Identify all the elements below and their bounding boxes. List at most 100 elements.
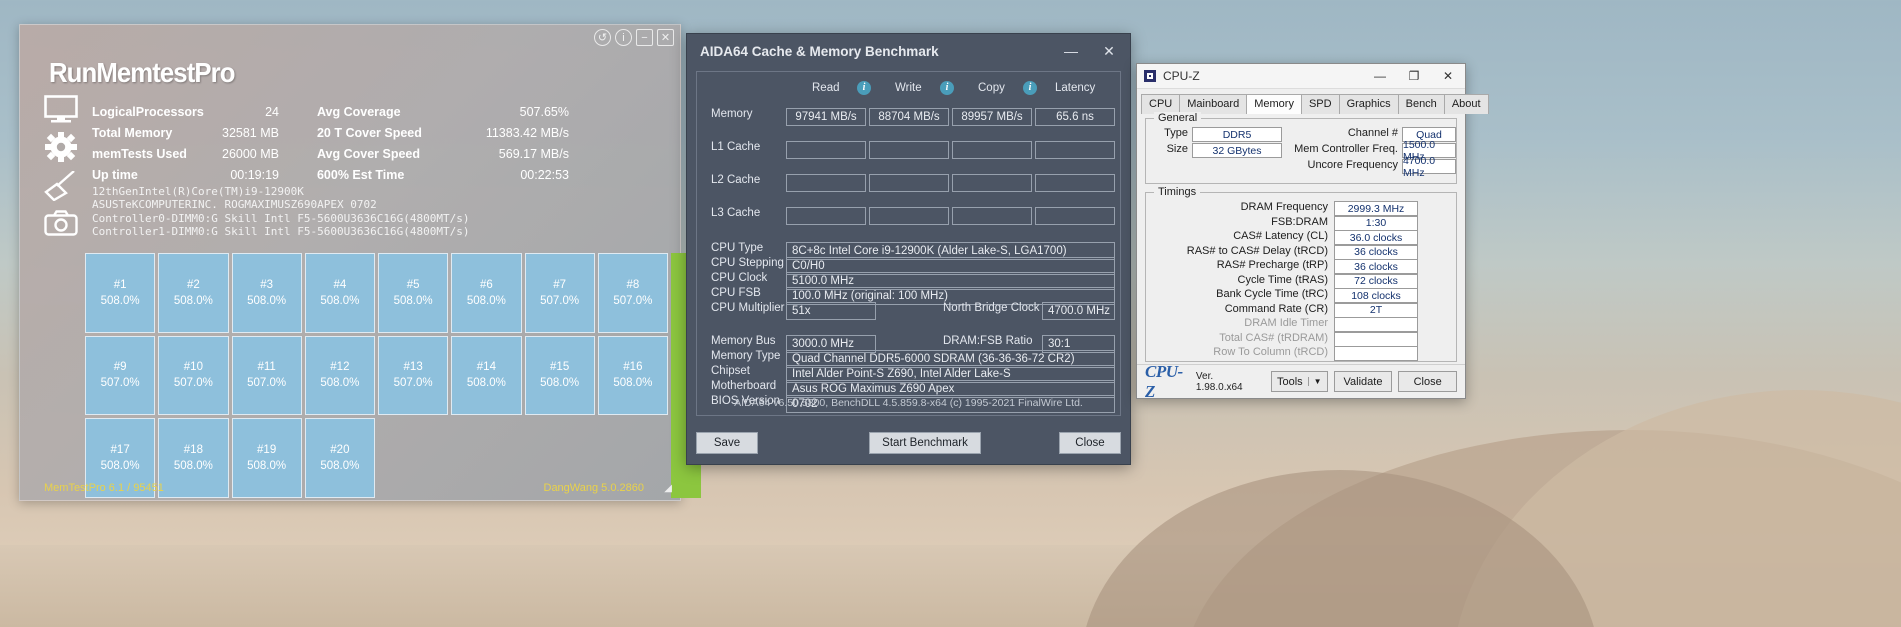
timing-value: 36.0 clocks bbox=[1334, 230, 1418, 245]
save-button[interactable]: Save bbox=[696, 432, 758, 454]
aida64-window[interactable]: AIDA64 Cache & Memory Benchmark — ✕ Read… bbox=[686, 33, 1131, 465]
memtest-cell-id: #5 bbox=[406, 278, 420, 291]
cpu-info-label: CPU Stepping bbox=[711, 257, 784, 269]
memtest-cell[interactable]: #18 508.0% bbox=[158, 418, 229, 498]
cpuz-logo: CPU-Z bbox=[1145, 361, 1183, 401]
tab-memory[interactable]: Memory bbox=[1246, 94, 1302, 114]
memtest-cell[interactable]: #12 508.0% bbox=[304, 335, 375, 416]
memtest-cell[interactable]: #15 508.0% bbox=[524, 335, 595, 416]
memtest-cell-id: #16 bbox=[623, 361, 643, 374]
memtest-cell-coverage: 508.0% bbox=[540, 377, 580, 390]
memtest-cell-coverage: 507.0% bbox=[540, 294, 580, 307]
info-icon[interactable]: i bbox=[615, 29, 632, 46]
memtest-cell-empty bbox=[451, 418, 521, 498]
monitor-icon bbox=[44, 95, 78, 123]
cpuz-close-icon[interactable]: ✕ bbox=[1431, 64, 1465, 88]
cpuz-close-button[interactable]: Close bbox=[1398, 371, 1457, 392]
memtest-cell[interactable]: #3 508.0% bbox=[231, 253, 302, 333]
tab-spd[interactable]: SPD bbox=[1300, 94, 1340, 114]
aida64-copyright-text: AIDA64 v6.50.5800, BenchDLL 4.5.859.8-x6… bbox=[734, 397, 1083, 409]
memtest-cell[interactable]: #4 508.0% bbox=[304, 253, 375, 333]
cpuz-minimize-icon[interactable]: — bbox=[1363, 64, 1397, 88]
timing-value: 72 clocks bbox=[1334, 273, 1418, 289]
memtest-cell[interactable]: #7 507.0% bbox=[524, 253, 595, 333]
memtest-cell[interactable]: #9 507.0% bbox=[85, 335, 156, 416]
timing-value: 2999.3 MHz bbox=[1334, 201, 1418, 216]
stat-label: Total Memory bbox=[92, 125, 173, 140]
memtest-cell[interactable]: #1 508.0% bbox=[85, 253, 156, 333]
timing-label: Total CAS# (tRDRAM) bbox=[1219, 331, 1328, 344]
bench-value-read bbox=[786, 141, 866, 159]
memtest-cell[interactable]: #20 508.0% bbox=[304, 418, 375, 498]
memtest-cell-coverage: 507.0% bbox=[247, 377, 287, 390]
bench-value-latency bbox=[1035, 207, 1115, 225]
stat-value2: 569.17 MB/s bbox=[498, 146, 569, 161]
history-icon[interactable]: ↺ bbox=[594, 29, 611, 46]
general-label: Size bbox=[1166, 143, 1188, 155]
memtest-cell-coverage: 508.0% bbox=[100, 460, 140, 473]
general-legend: General bbox=[1154, 112, 1202, 124]
memtest-cell-id: #17 bbox=[110, 444, 130, 457]
memtest-cell[interactable]: #5 508.0% bbox=[378, 253, 449, 333]
cpuz-window[interactable]: CPU-Z — ❐ ✕ CPU Mainboard Memory SPD Graphic… bbox=[1136, 63, 1489, 401]
memtest-cell[interactable]: #11 507.0% bbox=[231, 335, 302, 416]
memtest-cell-coverage: 508.0% bbox=[247, 294, 287, 307]
info-icon[interactable]: i bbox=[1023, 81, 1037, 95]
tab-cpu[interactable]: CPU bbox=[1141, 94, 1181, 114]
runmemtestpro-titlebar-buttons: ↺ i − ✕ bbox=[594, 29, 674, 46]
bench-value-read bbox=[786, 207, 866, 225]
info-icon[interactable]: i bbox=[857, 81, 871, 95]
aida64-minimize-icon[interactable]: — bbox=[1052, 35, 1090, 67]
memtest-cell[interactable]: #10 507.0% bbox=[158, 335, 229, 416]
stat-value2: 11383.42 MB/s bbox=[485, 125, 569, 140]
north-bridge-clock-label: North Bridge Clock bbox=[943, 302, 1040, 314]
close-icon[interactable]: ✕ bbox=[657, 29, 674, 46]
memtest-cell[interactable]: #8 507.0% bbox=[597, 253, 668, 333]
memtest-cell-id: #10 bbox=[183, 361, 203, 374]
close-button[interactable]: Close bbox=[1059, 432, 1121, 454]
start-benchmark-button[interactable]: Start Benchmark bbox=[869, 432, 981, 454]
bench-value-copy bbox=[952, 174, 1032, 192]
memtest-cell-coverage: 508.0% bbox=[613, 377, 653, 390]
memtest-cell[interactable]: #13 507.0% bbox=[378, 335, 449, 416]
tab-about[interactable]: About bbox=[1443, 94, 1489, 114]
timing-value bbox=[1334, 331, 1418, 347]
bench-value-write: 88704 MB/s bbox=[869, 108, 949, 126]
general-value-2: 4700.0 MHz bbox=[1402, 155, 1456, 179]
memtest-cell[interactable]: #19 508.0% bbox=[231, 418, 302, 498]
memtest-cell[interactable]: #14 508.0% bbox=[451, 335, 522, 416]
cpu-info-label: CPU Clock bbox=[711, 272, 768, 284]
memtest-cell-id: #8 bbox=[626, 278, 640, 291]
timing-value: 36 clocks bbox=[1334, 244, 1418, 260]
cpuz-maximize-icon[interactable]: ❐ bbox=[1397, 64, 1431, 88]
timings-legend: Timings bbox=[1154, 186, 1201, 198]
stat-label2: 20 T Cover Speed bbox=[316, 125, 422, 140]
memtest-cell-id: #6 bbox=[479, 278, 493, 291]
bench-value-latency bbox=[1035, 141, 1115, 159]
minimize-icon[interactable]: − bbox=[636, 29, 653, 46]
bench-row: Memory 97941 MB/s 88704 MB/s 89957 MB/s 65.6… bbox=[697, 108, 1120, 126]
memtest-cell[interactable]: #6 508.0% bbox=[451, 253, 522, 333]
info-icon[interactable]: i bbox=[940, 81, 954, 95]
general-label-2: Uncore Frequency bbox=[1307, 159, 1399, 171]
general-value: 32 GBytes bbox=[1192, 143, 1282, 158]
bench-value-latency: 65.6 ns bbox=[1035, 108, 1115, 126]
chevron-down-icon[interactable]: ▼ bbox=[1307, 377, 1322, 386]
timing-value bbox=[1334, 317, 1418, 332]
resize-grip-icon[interactable]: ◢ bbox=[664, 483, 672, 494]
validate-button[interactable]: Validate bbox=[1333, 371, 1393, 392]
memtest-cell-id: #12 bbox=[330, 361, 350, 374]
tab-graphics[interactable]: Graphics bbox=[1338, 94, 1399, 114]
tools-button[interactable]: Tools ▼ bbox=[1270, 371, 1328, 392]
tab-bench[interactable]: Bench bbox=[1397, 94, 1445, 114]
aida64-close-icon[interactable]: ✕ bbox=[1090, 35, 1128, 67]
memtest-cell[interactable]: #2 508.0% bbox=[158, 253, 229, 333]
memtest-cell[interactable]: #16 508.0% bbox=[597, 335, 668, 416]
bench-row: L3 Cache bbox=[697, 207, 1120, 225]
memory-info-label: Memory Type bbox=[711, 350, 781, 362]
cpuz-tab-bar[interactable]: CPU Mainboard Memory SPD Graphics Bench About bbox=[1137, 89, 1489, 114]
tab-mainboard[interactable]: Mainboard bbox=[1179, 94, 1248, 114]
timing-label: FSB:DRAM bbox=[1271, 215, 1328, 228]
runmemtestpro-window[interactable]: ↺ i − ✕ RunMemtestPro LogicalProcessors … bbox=[19, 24, 701, 501]
stat-label: Up time bbox=[92, 167, 138, 182]
